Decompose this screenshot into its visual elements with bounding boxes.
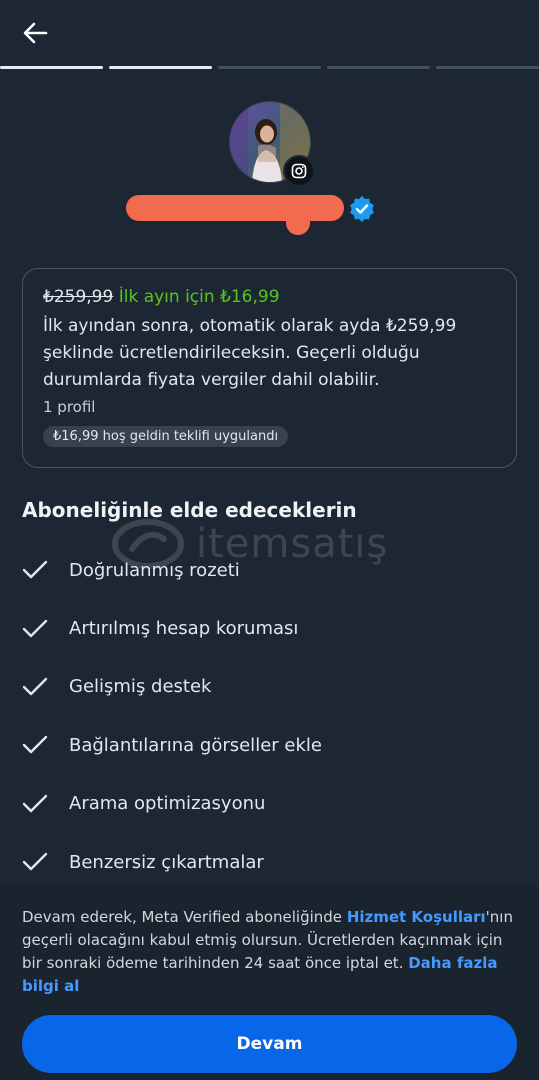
benefit-item: Arama optimizasyonu	[22, 775, 517, 833]
progress-step-4	[327, 66, 430, 69]
benefit-label: Arama optimizasyonu	[69, 793, 266, 815]
benefit-item: Doğrulanmış rozeti	[22, 541, 517, 599]
redaction-stroke	[286, 205, 310, 235]
welcome-offer-chip: ₺16,99 hoş geldin teklifi uygulandı	[43, 426, 289, 447]
progress-step-3	[218, 66, 321, 69]
check-icon	[22, 850, 50, 874]
benefits-title: Aboneliğinle elde edeceklerin	[22, 498, 357, 522]
step-progress	[0, 66, 539, 70]
promo-price: İlk ayın için ₺16,99	[118, 287, 280, 307]
check-icon	[22, 558, 50, 582]
check-icon	[22, 617, 50, 641]
continue-button[interactable]: Devam	[22, 1015, 517, 1073]
benefit-label: Bağlantılarına görseller ekle	[69, 734, 322, 756]
check-icon	[22, 733, 50, 757]
progress-step-1	[0, 66, 103, 69]
redacted-username	[126, 195, 344, 221]
benefit-label: Benzersiz çıkartmalar	[69, 851, 264, 873]
terms-text-1: Devam ederek, Meta Verified aboneliğinde	[22, 908, 347, 926]
old-price: ₺259,99	[43, 287, 114, 307]
offer-description: İlk ayından sonra, otomatik olarak ayda …	[43, 316, 457, 390]
offer-card: ₺259,99 İlk ayın için ₺16,99 İlk ayından…	[22, 268, 517, 468]
price-line: ₺259,99 İlk ayın için ₺16,99	[43, 285, 496, 309]
username-row	[118, 187, 418, 235]
benefit-label: Doğrulanmış rozeti	[69, 559, 240, 581]
benefit-item: Artırılmış hesap koruması	[22, 599, 517, 657]
benefit-label: Artırılmış hesap koruması	[69, 618, 299, 640]
instagram-icon	[291, 163, 307, 179]
back-button[interactable]	[18, 16, 52, 50]
progress-step-5	[436, 66, 539, 69]
benefit-item: Bağlantılarına görseller ekle	[22, 716, 517, 774]
profile-count: 1 profil	[43, 398, 96, 416]
profile-avatar	[229, 101, 315, 187]
instagram-badge	[283, 155, 315, 187]
top-bar	[0, 0, 539, 66]
progress-step-2	[109, 66, 212, 69]
benefit-item: Benzersiz çıkartmalar	[22, 833, 517, 891]
benefit-item: Gelişmiş destek	[22, 658, 517, 716]
terms-of-service-link[interactable]: Hizmet Koşulları	[347, 908, 486, 926]
verified-badge-icon	[350, 196, 374, 222]
terms-notice: Devam ederek, Meta Verified aboneliğinde…	[22, 906, 517, 998]
arrow-left-icon	[23, 22, 48, 44]
check-icon	[22, 675, 50, 699]
check-icon	[22, 792, 50, 816]
benefit-list: Doğrulanmış rozeti Artırılmış hesap koru…	[22, 541, 517, 891]
benefit-label: Gelişmiş destek	[69, 676, 212, 698]
